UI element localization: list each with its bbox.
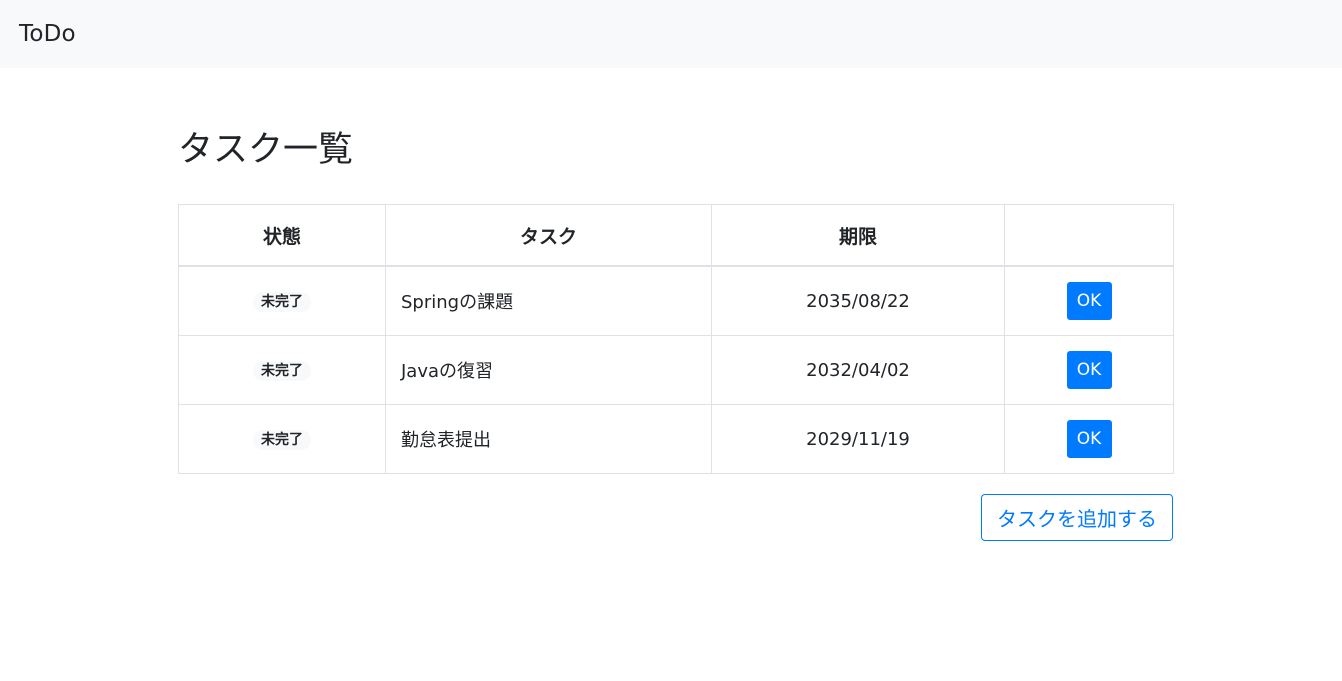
header-due: 期限	[711, 204, 1005, 267]
brand-link[interactable]: ToDo	[19, 21, 76, 47]
action-cell: OK	[1004, 335, 1174, 405]
ok-button[interactable]: OK	[1066, 282, 1112, 320]
status-badge: 未完了	[253, 292, 311, 312]
table-row: 未完了 Javaの復習 2032/04/02 OK	[178, 335, 1174, 405]
add-task-button[interactable]: タスクを追加する	[981, 494, 1173, 541]
navbar: ToDo	[0, 0, 1342, 68]
page-title: タスク一覧	[178, 130, 354, 170]
status-cell: 未完了	[178, 404, 386, 474]
header-action	[1004, 204, 1174, 267]
status-badge: 未完了	[253, 361, 311, 381]
due-cell: 2035/08/22	[711, 265, 1005, 336]
header-row: 状態 タスク 期限	[178, 204, 1174, 267]
status-badge: 未完了	[253, 430, 311, 450]
main-container: タスク一覧 状態 タスク 期限 未完了 Springの課題 2035/08/22…	[178, 68, 1174, 541]
status-cell: 未完了	[178, 265, 386, 336]
task-cell: Javaの復習	[385, 335, 712, 405]
status-cell: 未完了	[178, 335, 386, 405]
due-cell: 2029/11/19	[711, 404, 1005, 474]
table-row: 未完了 勤怠表提出 2029/11/19 OK	[178, 404, 1174, 474]
table-body: 未完了 Springの課題 2035/08/22 OK 未完了 Javaの復習 …	[178, 265, 1174, 474]
ok-button[interactable]: OK	[1066, 420, 1112, 458]
table-header: 状態 タスク 期限	[178, 204, 1174, 267]
task-cell: 勤怠表提出	[385, 404, 712, 474]
ok-button[interactable]: OK	[1066, 351, 1112, 389]
header-task: タスク	[385, 204, 712, 267]
task-table: 状態 タスク 期限 未完了 Springの課題 2035/08/22 OK 未完…	[178, 204, 1174, 474]
due-cell: 2032/04/02	[711, 335, 1005, 405]
add-task-wrapper: タスクを追加する	[178, 494, 1173, 541]
action-cell: OK	[1004, 265, 1174, 336]
task-cell: Springの課題	[385, 265, 712, 336]
table-row: 未完了 Springの課題 2035/08/22 OK	[178, 265, 1174, 336]
header-status: 状態	[178, 204, 386, 267]
action-cell: OK	[1004, 404, 1174, 474]
